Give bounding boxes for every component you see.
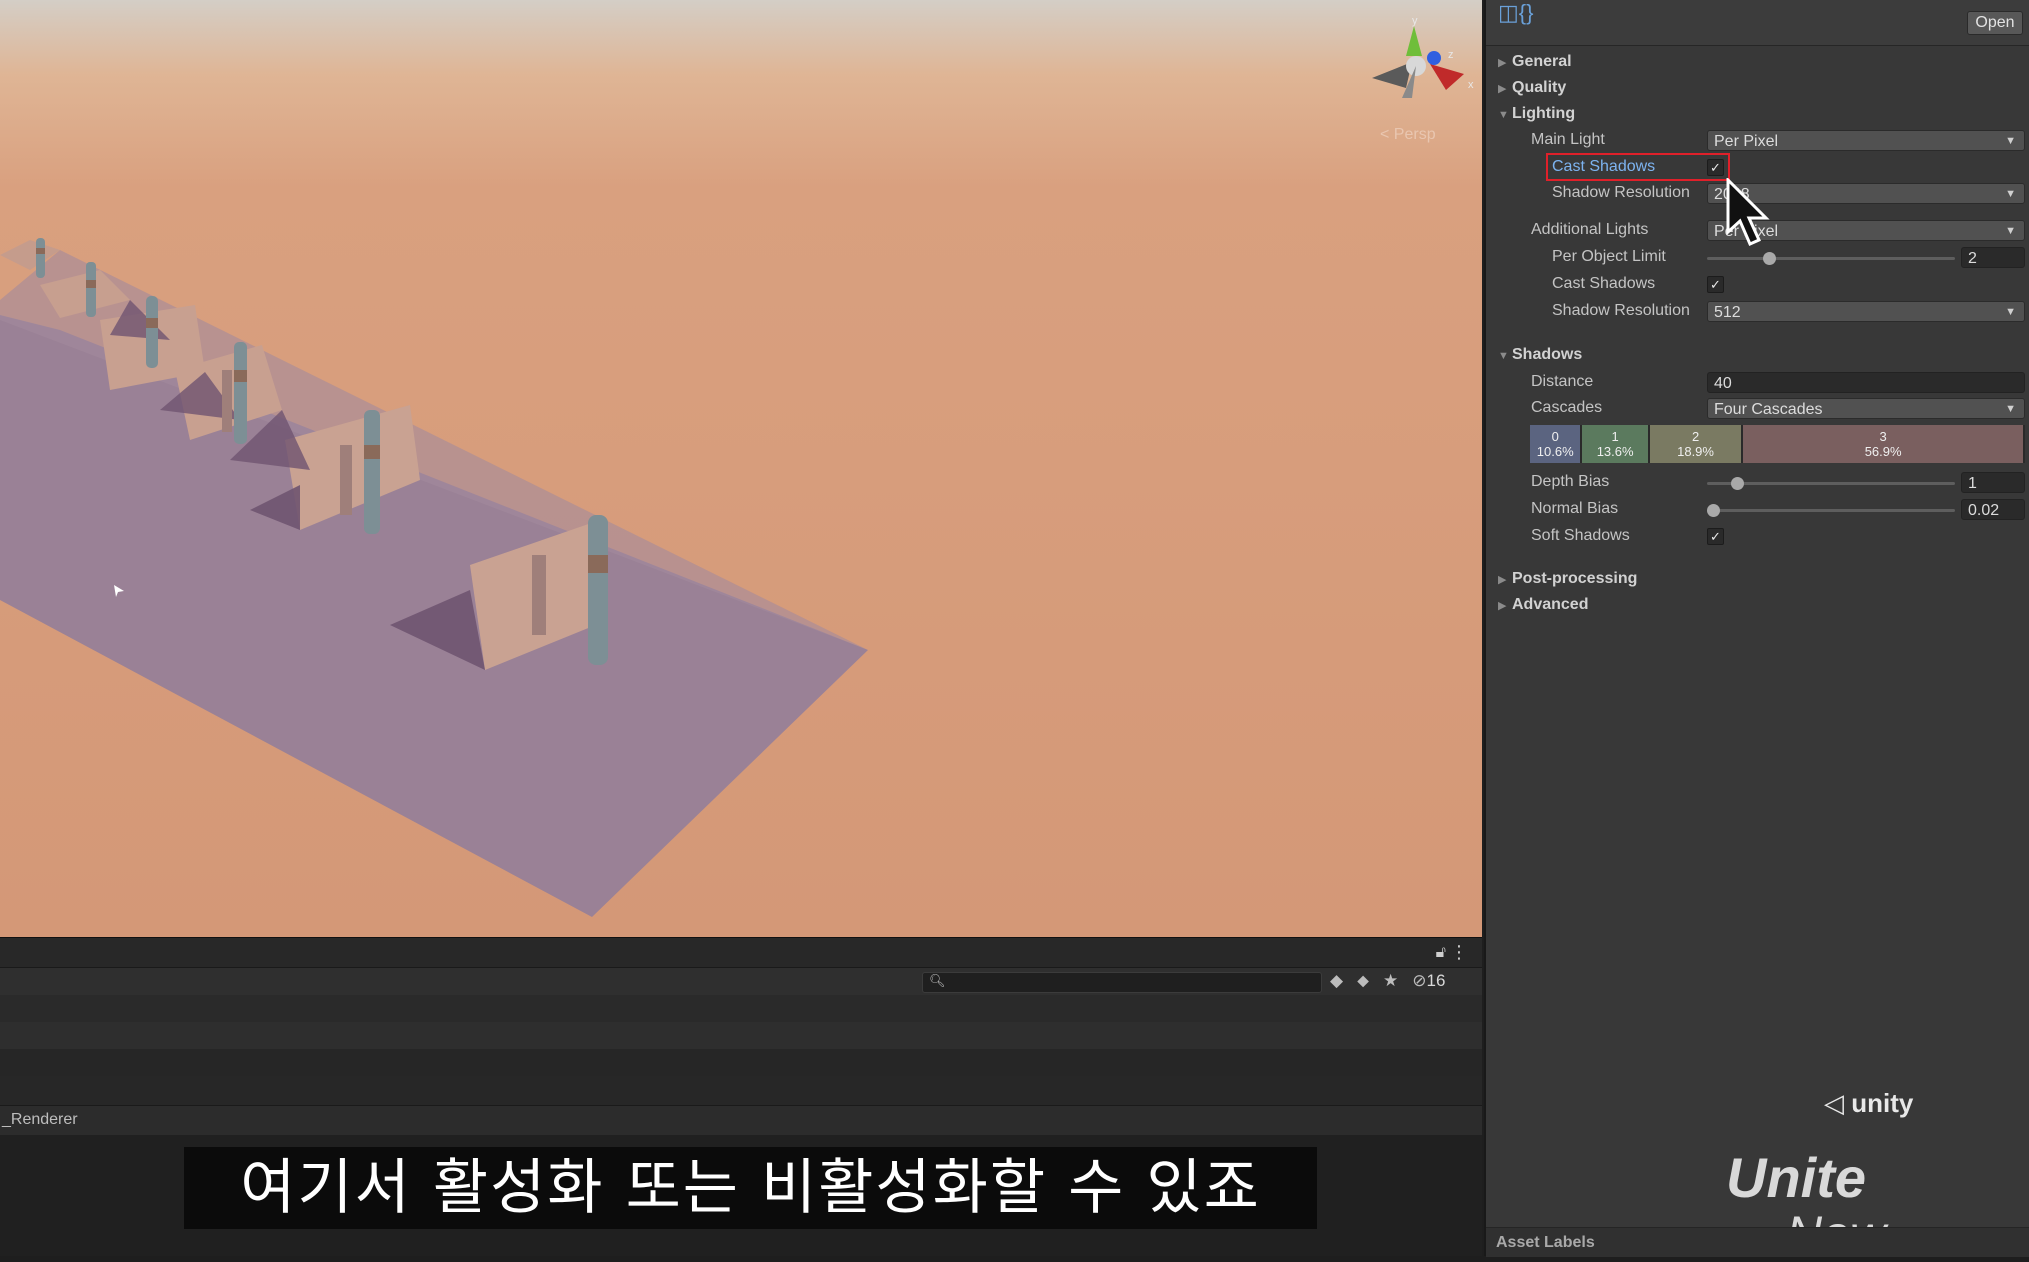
normal-bias-knob[interactable] (1707, 504, 1720, 517)
cascade-split-2[interactable]: 2 18.9% (1649, 425, 1744, 463)
projection-toggle[interactable]: < Persp (1380, 126, 1436, 144)
video-subtitle: 여기서 활성화 또는 비활성화할 수 있죠 (184, 1147, 1317, 1229)
section-advanced[interactable]: ▶ Advanced (1498, 596, 1588, 614)
per-object-limit-field[interactable]: 2 (1961, 247, 2025, 268)
cast-shadows-checkbox[interactable]: ✓ (1707, 159, 1724, 176)
main-light-label: Main Light (1531, 131, 1605, 148)
expanded-arrow-icon: ▼ (1498, 109, 1509, 121)
dropdown-arrow-icon: ▼ (2005, 135, 2016, 147)
collapsed-arrow-icon: ▶ (1498, 574, 1507, 586)
inspector-panel: ◫{} Open ▶ General ▶ Quality ▼ Lighting Mai… (1484, 0, 2029, 1260)
renderer-label: _Renderer (2, 1111, 78, 1128)
additional-shadow-resolution-label: Shadow Resolution (1552, 302, 1690, 319)
search-icon: 🔍︎ (929, 973, 946, 988)
soft-shadows-label: Soft Shadows (1531, 527, 1630, 544)
svg-text:x: x (1468, 79, 1474, 91)
toolbar-icons: ◆ ⬥ ★ ⊘16 (1330, 971, 1445, 991)
cascade-index: 1 (1611, 429, 1619, 444)
list-item[interactable] (0, 995, 1482, 1022)
additional-cast-shadows-label: Cast Shadows (1552, 275, 1656, 292)
mouse-pointer-icon (1726, 176, 1772, 253)
depth-bias-field[interactable]: 1 (1961, 472, 2025, 493)
section-lighting[interactable]: ▼ Lighting (1498, 105, 1575, 123)
normal-bias-slider[interactable] (1707, 509, 1955, 512)
cascades-dropdown[interactable]: Four Cascades ▼ (1707, 398, 2025, 419)
distance-field[interactable]: 40 (1707, 372, 2025, 393)
per-object-limit-label: Per Object Limit (1552, 248, 1666, 265)
cascade-split-bar[interactable]: 0 10.6% 1 13.6% 2 18.9% 3 56.9% (1530, 425, 2025, 463)
dropdown-arrow-icon: ▼ (2005, 225, 2016, 237)
cast-shadows-label: Cast Shadows (1552, 158, 1656, 175)
cascade-split-1[interactable]: 1 13.6% (1582, 425, 1650, 463)
per-object-limit-knob[interactable] (1763, 252, 1776, 265)
hierarchy-toolbar: 🔍︎ ◆ ⬥ ★ ⊘16 (0, 967, 1482, 996)
additional-cast-shadows-checkbox[interactable]: ✓ (1707, 276, 1724, 293)
label-tag-icon[interactable]: ⬥ (1357, 971, 1369, 991)
scene-view[interactable]: y z x < Persp (0, 0, 1482, 937)
cascade-index: 0 (1551, 429, 1559, 444)
list-item[interactable] (0, 1049, 1482, 1076)
inspector-header: ◫{} Open (1486, 0, 2029, 46)
unity-cube-icon: ◁ (1824, 1088, 1844, 1118)
search-input[interactable]: 🔍︎ (922, 972, 1322, 993)
scene-geometry (0, 0, 1482, 937)
kebab-menu-icon[interactable]: ⋮ (1450, 942, 1468, 963)
cascade-index: 2 (1691, 429, 1700, 444)
cascades-label: Cascades (1531, 399, 1603, 416)
section-shadows[interactable]: ▼ Shadows (1498, 346, 1582, 364)
main-light-dropdown[interactable]: Per Pixel ▼ (1707, 130, 2025, 151)
section-general[interactable]: ▶ General (1498, 53, 1572, 71)
collapsed-arrow-icon: ▶ (1498, 57, 1507, 69)
list-item[interactable] (0, 1022, 1482, 1049)
cascade-split-0[interactable]: 0 10.6% (1530, 425, 1583, 463)
panel-header-bar: 🔓︎ ⋮ (0, 937, 1482, 968)
mouse-cursor-icon (114, 584, 126, 602)
dropdown-arrow-icon: ▼ (2005, 403, 2016, 415)
filter-type-icon[interactable]: ◆ (1330, 971, 1343, 991)
orientation-gizmo[interactable]: y z x (1372, 15, 1476, 107)
dropdown-arrow-icon: ▼ (2005, 188, 2016, 200)
depth-bias-knob[interactable] (1731, 477, 1744, 490)
depth-bias-slider[interactable] (1707, 482, 1955, 485)
hidden-count: 16 (1426, 971, 1446, 990)
urp-asset-icon: ◫{} (1498, 0, 1534, 25)
normal-bias-label: Normal Bias (1531, 500, 1619, 517)
normal-bias-field[interactable]: 0.02 (1961, 499, 2025, 520)
cascade-percent: 10.6% (1536, 444, 1574, 459)
section-post-processing[interactable]: ▶ Post-processing (1498, 570, 1637, 588)
unity-logo: ◁ unity (1824, 1088, 1914, 1118)
project-list (0, 995, 1482, 1105)
favorite-star-icon[interactable]: ★ (1383, 971, 1398, 991)
open-button[interactable]: Open (1967, 11, 2023, 35)
cascade-index: 3 (1879, 429, 1887, 444)
cascade-percent: 56.9% (1864, 444, 1902, 459)
hidden-eye-icon[interactable]: ⊘16 (1412, 971, 1445, 991)
section-quality[interactable]: ▶ Quality (1498, 79, 1566, 97)
lock-icon[interactable]: 🔓︎ (1436, 944, 1446, 962)
distance-label: Distance (1531, 373, 1594, 390)
shadow-resolution-label: Shadow Resolution (1552, 184, 1690, 201)
depth-bias-label: Depth Bias (1531, 473, 1610, 490)
collapsed-arrow-icon: ▶ (1498, 83, 1507, 95)
renderer-path-bar: _Renderer (0, 1105, 1482, 1136)
expanded-arrow-icon: ▼ (1498, 350, 1509, 362)
asset-labels-bar[interactable]: Asset Labels (1486, 1227, 2029, 1257)
dropdown-arrow-icon: ▼ (2005, 306, 2016, 318)
svg-text:z: z (1448, 49, 1454, 61)
additional-lights-label: Additional Lights (1531, 221, 1649, 238)
additional-shadow-resolution-dropdown[interactable]: 512 ▼ (1707, 301, 2025, 322)
cascade-split-3[interactable]: 3 56.9% (1743, 425, 2025, 463)
svg-text:y: y (1412, 18, 1418, 27)
collapsed-arrow-icon: ▶ (1498, 600, 1507, 612)
per-object-limit-slider[interactable] (1707, 257, 1955, 260)
cascade-percent: 18.9% (1677, 444, 1714, 459)
cascade-percent: 13.6% (1596, 444, 1634, 459)
soft-shadows-checkbox[interactable]: ✓ (1707, 528, 1724, 545)
